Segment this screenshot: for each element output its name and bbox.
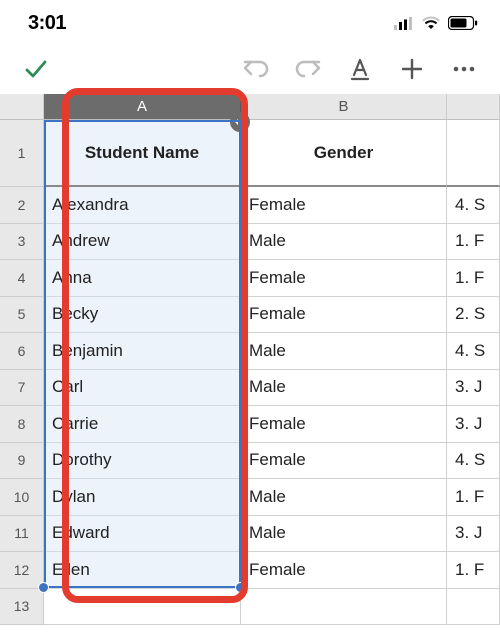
cell[interactable]: Ellen xyxy=(44,552,241,589)
column-header-b[interactable]: B xyxy=(241,94,447,120)
table-row: 3 Andrew Male 1. F xyxy=(0,224,500,261)
cellular-icon xyxy=(394,17,414,30)
status-icons xyxy=(394,16,478,30)
select-all-corner[interactable] xyxy=(0,94,44,120)
table-row: 9 Dorothy Female 4. S xyxy=(0,443,500,480)
cell[interactable]: 1. F xyxy=(447,224,500,261)
cell[interactable]: Female xyxy=(241,297,447,334)
cell[interactable]: Carl xyxy=(44,370,241,407)
cell[interactable]: Andrew xyxy=(44,224,241,261)
add-button[interactable] xyxy=(390,47,434,91)
cell[interactable]: 4. S xyxy=(447,443,500,480)
cell[interactable]: Student Name xyxy=(44,120,241,187)
table-row: 7 Carl Male 3. J xyxy=(0,370,500,407)
cell[interactable]: Female xyxy=(241,406,447,443)
cell[interactable]: 3. J xyxy=(447,516,500,553)
row-header[interactable]: 5 xyxy=(0,297,44,334)
wifi-icon xyxy=(421,16,441,30)
cell[interactable]: Male xyxy=(241,224,447,261)
text-format-button[interactable] xyxy=(338,47,382,91)
selection-handle-icon[interactable] xyxy=(38,582,49,593)
row-header[interactable]: 6 xyxy=(0,333,44,370)
row-header[interactable]: 1 xyxy=(0,120,44,187)
row-header[interactable]: 13 xyxy=(0,589,44,626)
cell[interactable]: Male xyxy=(241,370,447,407)
status-bar: 3:01 xyxy=(0,0,500,44)
row-header[interactable]: 9 xyxy=(0,443,44,480)
cell[interactable]: Female xyxy=(241,260,447,297)
cell[interactable] xyxy=(241,589,447,626)
cell[interactable]: Male xyxy=(241,333,447,370)
row-header[interactable]: 3 xyxy=(0,224,44,261)
table-row: 10 Dylan Male 1. F xyxy=(0,479,500,516)
redo-button[interactable] xyxy=(286,47,330,91)
spreadsheet: A B 1 Student Name Gender 2 Alexandra Fe… xyxy=(0,94,500,625)
cell[interactable]: 1. F xyxy=(447,479,500,516)
selection-handle-icon[interactable] xyxy=(235,582,246,593)
table-row: 11 Edward Male 3. J xyxy=(0,516,500,553)
row-header[interactable]: 12 xyxy=(0,552,44,589)
column-header-a[interactable]: A xyxy=(44,94,241,120)
cell[interactable]: Female xyxy=(241,552,447,589)
cell[interactable]: 4. S xyxy=(447,333,500,370)
table-row: 12 Ellen Female 1. F xyxy=(0,552,500,589)
confirm-button[interactable] xyxy=(14,47,58,91)
cell[interactable]: Carrie xyxy=(44,406,241,443)
cell[interactable] xyxy=(44,589,241,626)
table-row: 8 Carrie Female 3. J xyxy=(0,406,500,443)
row-header[interactable]: 2 xyxy=(0,187,44,224)
row-header[interactable]: 11 xyxy=(0,516,44,553)
cell[interactable]: Edward xyxy=(44,516,241,553)
cell[interactable]: 2. S xyxy=(447,297,500,334)
row-header[interactable]: 4 xyxy=(0,260,44,297)
cell[interactable]: 3. J xyxy=(447,406,500,443)
cell[interactable]: Benjamin xyxy=(44,333,241,370)
cell[interactable]: Female xyxy=(241,443,447,480)
cell[interactable]: Female xyxy=(241,187,447,224)
table-row: 6 Benjamin Male 4. S xyxy=(0,333,500,370)
rows: 1 Student Name Gender 2 Alexandra Female… xyxy=(0,120,500,625)
cell[interactable]: Becky xyxy=(44,297,241,334)
table-row: 5 Becky Female 2. S xyxy=(0,297,500,334)
cell[interactable]: 1. F xyxy=(447,260,500,297)
cell[interactable]: Dylan xyxy=(44,479,241,516)
cell[interactable]: Dorothy xyxy=(44,443,241,480)
battery-icon xyxy=(448,16,478,30)
cell[interactable]: 4. S xyxy=(447,187,500,224)
row-header[interactable]: 7 xyxy=(0,370,44,407)
row-header[interactable]: 8 xyxy=(0,406,44,443)
cell[interactable]: 1. F xyxy=(447,552,500,589)
column-header-c[interactable] xyxy=(447,94,500,120)
cell[interactable]: Gender xyxy=(241,120,447,187)
toolbar xyxy=(0,44,500,94)
table-row: 4 Anna Female 1. F xyxy=(0,260,500,297)
cell[interactable] xyxy=(447,120,500,187)
row-header[interactable]: 10 xyxy=(0,479,44,516)
cell[interactable]: Alexandra xyxy=(44,187,241,224)
cell[interactable]: Male xyxy=(241,479,447,516)
table-row: 2 Alexandra Female 4. S xyxy=(0,187,500,224)
cell[interactable]: 3. J xyxy=(447,370,500,407)
undo-button[interactable] xyxy=(234,47,278,91)
column-headers: A B xyxy=(0,94,500,120)
more-button[interactable] xyxy=(442,47,486,91)
cell[interactable]: Male xyxy=(241,516,447,553)
table-row: 1 Student Name Gender xyxy=(0,120,500,187)
cell[interactable] xyxy=(447,589,500,626)
column-resize-handle-icon[interactable] xyxy=(230,112,250,132)
cell[interactable]: Anna xyxy=(44,260,241,297)
status-time: 3:01 xyxy=(28,12,66,35)
table-row: 13 xyxy=(0,589,500,626)
